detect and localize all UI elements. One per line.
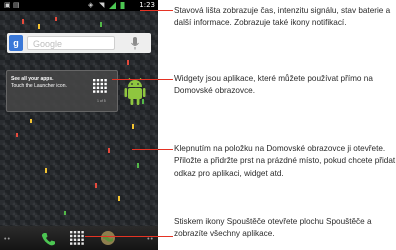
android-robot-icon: [124, 78, 146, 105]
callout-launcher: Stiskem ikony Spouštěče otevřete plochu …: [174, 217, 372, 239]
phone-icon[interactable]: [40, 231, 56, 247]
phone-home-screen: ▣ ▤ ◈ ◥ 1:23 g Google See all your apps.…: [0, 0, 158, 250]
launcher-tip-widget[interactable]: See all your apps. Touch the Launcher ic…: [6, 70, 118, 112]
microphone-icon[interactable]: [130, 36, 140, 50]
notification-icon: ▣: [4, 1, 11, 9]
page-indicator-left[interactable]: ••: [4, 236, 11, 243]
battery-icon: [120, 2, 125, 9]
wifi-icon: ◥: [99, 1, 105, 9]
callout-leader-home: [132, 149, 173, 150]
callout-widgets: Widgety jsou aplikace, které můžete použ…: [174, 74, 373, 96]
callout-leader-launcher: [85, 236, 173, 237]
widget-pager: 1 of 5: [97, 99, 106, 103]
media-icon: ▤: [13, 1, 20, 9]
status-time: 1:23: [139, 1, 155, 9]
google-search-widget[interactable]: g Google: [7, 33, 151, 53]
callout-status-bar: Stavová lišta zobrazuje čas, intenzitu s…: [174, 6, 391, 28]
launcher-grid-icon: [93, 79, 107, 93]
gps-icon: ◈: [88, 1, 94, 9]
callout-leader-status: [140, 10, 173, 11]
google-logo-icon: g: [9, 35, 23, 51]
launcher-icon[interactable]: [70, 231, 84, 245]
widget-title: See all your apps.: [11, 76, 54, 82]
callout-leader-widgets: [112, 79, 173, 80]
signal-icon: [109, 2, 116, 9]
page-indicator-right[interactable]: ••: [147, 236, 154, 243]
callout-home-screen: Klepnutím na položku na Domovské obrazov…: [174, 144, 396, 178]
search-input[interactable]: Google: [27, 36, 115, 50]
status-bar[interactable]: ▣ ▤ ◈ ◥ 1:23: [0, 0, 158, 11]
browser-icon[interactable]: [100, 230, 116, 246]
widget-description: Touch the Launcher icon.: [11, 83, 67, 89]
dock-bar: •• ••: [0, 226, 158, 250]
